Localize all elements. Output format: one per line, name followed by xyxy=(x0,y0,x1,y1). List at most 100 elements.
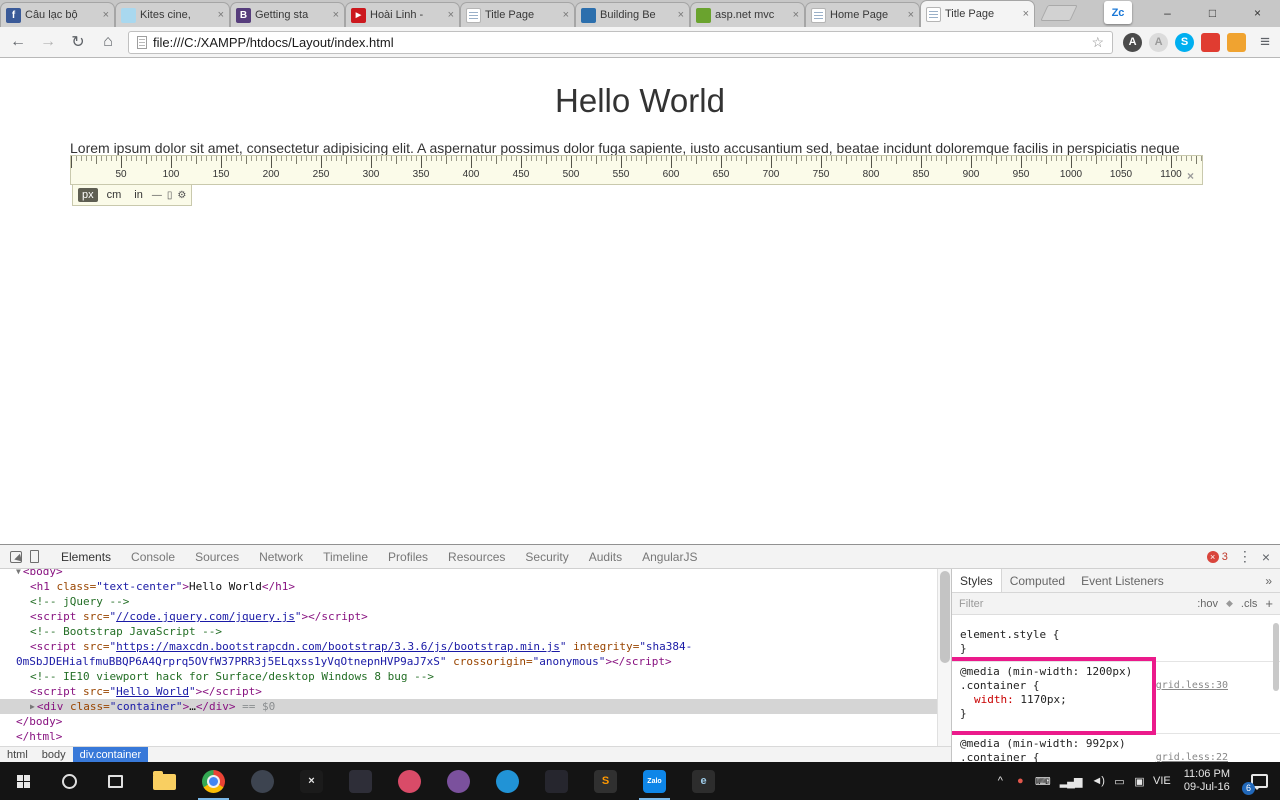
refresh-button[interactable]: ↻ xyxy=(68,32,88,52)
extension-a-gray-icon[interactable]: A xyxy=(1149,32,1169,52)
ruler-close-icon[interactable]: × xyxy=(1187,169,1194,183)
action-center-button[interactable]: 6 xyxy=(1238,762,1280,800)
dom-tree-line[interactable]: <script src="Hello World"></script> xyxy=(0,684,937,699)
dom-tree-line[interactable]: </html> xyxy=(0,729,937,744)
breadcrumb-item-div.container[interactable]: div.container xyxy=(72,747,149,762)
elements-scrollbar[interactable] xyxy=(937,569,951,746)
idm-extension-icon[interactable] xyxy=(1227,32,1247,52)
browser-tab[interactable]: Title Page × xyxy=(460,2,575,27)
style-rule-media-992[interactable]: grid.less:22 @media (min-width: 992px) .… xyxy=(952,734,1280,762)
styles-scrollbar[interactable] xyxy=(1273,623,1279,691)
stylesheet-link[interactable]: grid.less:30 xyxy=(1156,679,1228,693)
style-property[interactable]: width: 1170px; xyxy=(960,693,1272,707)
devtools-tab-elements[interactable]: Elements xyxy=(51,545,121,568)
style-rule-media-1200[interactable]: grid.less:30 @media (min-width: 1200px) … xyxy=(952,662,1280,734)
dark-app-taskbar-button[interactable] xyxy=(336,762,385,800)
browser-app-taskbar-button[interactable] xyxy=(238,762,287,800)
tab-close-icon[interactable]: × xyxy=(678,9,684,21)
new-tab-button[interactable] xyxy=(1040,5,1078,21)
home-button[interactable]: ⌂ xyxy=(98,33,118,51)
sublime-taskbar-button[interactable]: S xyxy=(581,762,630,800)
address-bar[interactable]: file:///C:/XAMPP/htdocs/Layout/index.htm… xyxy=(128,30,1114,54)
devtools-tab-sources[interactable]: Sources xyxy=(185,545,249,568)
color-format-icon[interactable]: ◆ xyxy=(1226,598,1233,609)
dom-tree-line[interactable]: <!-- jQuery --> xyxy=(0,594,937,609)
close-button[interactable]: × xyxy=(1235,0,1280,27)
breadcrumb-item-body[interactable]: body xyxy=(35,747,73,762)
file-explorer-taskbar-button[interactable] xyxy=(140,762,189,800)
skype-extension-icon[interactable]: S xyxy=(1175,32,1195,52)
dom-tree-line[interactable]: 0mSbJDEHialfmuBBQP6A4Qrprq5OVfW37PRR3j5E… xyxy=(0,654,937,669)
viber-taskbar-button[interactable] xyxy=(434,762,483,800)
devtools-menu-icon[interactable]: ⋮ xyxy=(1238,548,1252,565)
ruler-device-icon[interactable]: ▯ xyxy=(167,190,173,201)
devtools-tab-console[interactable]: Console xyxy=(121,545,185,568)
sidebar-tab-event-listeners[interactable]: Event Listeners xyxy=(1073,569,1172,592)
dom-tree-line[interactable]: ▼ <body> xyxy=(0,569,937,579)
display-icon[interactable]: ▣ xyxy=(1134,775,1144,788)
sidebar-tab-computed[interactable]: Computed xyxy=(1002,569,1073,592)
task-view-button[interactable] xyxy=(92,762,138,800)
devtools-tab-timeline[interactable]: Timeline xyxy=(313,545,378,568)
tab-close-icon[interactable]: × xyxy=(1023,8,1029,20)
dom-tree-line[interactable]: <!-- Bootstrap JavaScript --> xyxy=(0,624,937,639)
breadcrumb-item-html[interactable]: html xyxy=(0,747,35,762)
new-style-rule-button[interactable]: + xyxy=(1265,596,1273,611)
blue-app-taskbar-button[interactable] xyxy=(483,762,532,800)
volume-icon[interactable]: ◄) xyxy=(1091,775,1105,787)
back-button[interactable]: ← xyxy=(8,33,28,51)
devtools-tab-resources[interactable]: Resources xyxy=(438,545,515,568)
tab-close-icon[interactable]: × xyxy=(908,9,914,21)
pink-app-taskbar-button[interactable] xyxy=(385,762,434,800)
dom-tree-line[interactable]: ▶ <div class="container">…</div> == $0 xyxy=(0,699,937,714)
browser-tab[interactable]: Home Page × xyxy=(805,2,920,27)
dom-tree-line[interactable]: <script src="//code.jquery.com/jquery.js… xyxy=(0,609,937,624)
tray-app-icon[interactable]: ● xyxy=(1015,775,1025,787)
tab-close-icon[interactable]: × xyxy=(103,9,109,21)
stylesheet-link[interactable]: grid.less:22 xyxy=(1156,751,1228,762)
dom-tree-line[interactable]: <h1 class="text-center">Hello World</h1> xyxy=(0,579,937,594)
hidden-icons-button[interactable]: ^ xyxy=(995,775,1005,787)
x-app-taskbar-button[interactable]: × xyxy=(287,762,336,800)
inspect-element-icon[interactable] xyxy=(10,550,22,563)
devtools-tab-angularjs[interactable]: AngularJS xyxy=(632,545,707,568)
browser-tab[interactable]: Title Page × xyxy=(920,0,1035,27)
ruler-unit-cm[interactable]: cm xyxy=(103,188,126,202)
zalo-taskbar-button[interactable]: Zalo xyxy=(630,762,679,800)
touch-keyboard-icon[interactable]: ⌨ xyxy=(1035,775,1051,788)
ruler-settings-icon[interactable]: ⚙ xyxy=(177,190,186,201)
dom-tree-line[interactable]: </body> xyxy=(0,714,937,729)
tab-close-icon[interactable]: × xyxy=(793,9,799,21)
extension-a-dark-icon[interactable]: A xyxy=(1123,32,1143,52)
cortana-search-button[interactable] xyxy=(46,762,92,800)
ruler-unit-px[interactable]: px xyxy=(78,188,98,202)
ide-app-taskbar-button[interactable] xyxy=(532,762,581,800)
tab-close-icon[interactable]: × xyxy=(333,9,339,21)
tab-close-icon[interactable]: × xyxy=(448,9,454,21)
edge-app-taskbar-button[interactable]: e xyxy=(679,762,728,800)
browser-tab[interactable]: Building Be × xyxy=(575,2,690,27)
devtools-tab-profiles[interactable]: Profiles xyxy=(378,545,438,568)
start-button[interactable] xyxy=(0,762,46,800)
sidebar-tab-styles[interactable]: Styles xyxy=(952,569,1002,592)
power-icon[interactable]: ▭ xyxy=(1114,775,1124,788)
ruler-line-icon[interactable]: — xyxy=(152,190,162,201)
chrome-taskbar-button[interactable] xyxy=(189,762,238,800)
language-indicator[interactable]: VIE xyxy=(1148,775,1176,787)
browser-tab[interactable]: f Câu lạc bộ × xyxy=(0,2,115,27)
browser-tab[interactable]: B Getting sta × xyxy=(230,2,345,27)
url-text[interactable]: file:///C:/XAMPP/htdocs/Layout/index.htm… xyxy=(153,35,1086,50)
browser-tab[interactable]: asp.net mvc × xyxy=(690,2,805,27)
minimize-button[interactable]: – xyxy=(1145,0,1190,27)
dom-tree-line[interactable]: <script src="https://maxcdn.bootstrapcdn… xyxy=(0,639,937,654)
styles-filter-input[interactable]: Filter xyxy=(959,598,983,610)
scrollbar-thumb[interactable] xyxy=(940,571,950,663)
sidebar-tabs-overflow-icon[interactable]: » xyxy=(1257,574,1280,588)
clock[interactable]: 11:06 PM 09-Jul-16 xyxy=(1176,768,1238,794)
zalo-capture-widget[interactable]: Zc xyxy=(1104,1,1132,24)
ruler-unit-in[interactable]: in xyxy=(130,188,147,202)
devtools-tab-audits[interactable]: Audits xyxy=(579,545,632,568)
tab-close-icon[interactable]: × xyxy=(218,9,224,21)
extension-red-icon[interactable] xyxy=(1201,32,1221,52)
browser-tab[interactable]: ▶ Hoài Linh - × xyxy=(345,2,460,27)
